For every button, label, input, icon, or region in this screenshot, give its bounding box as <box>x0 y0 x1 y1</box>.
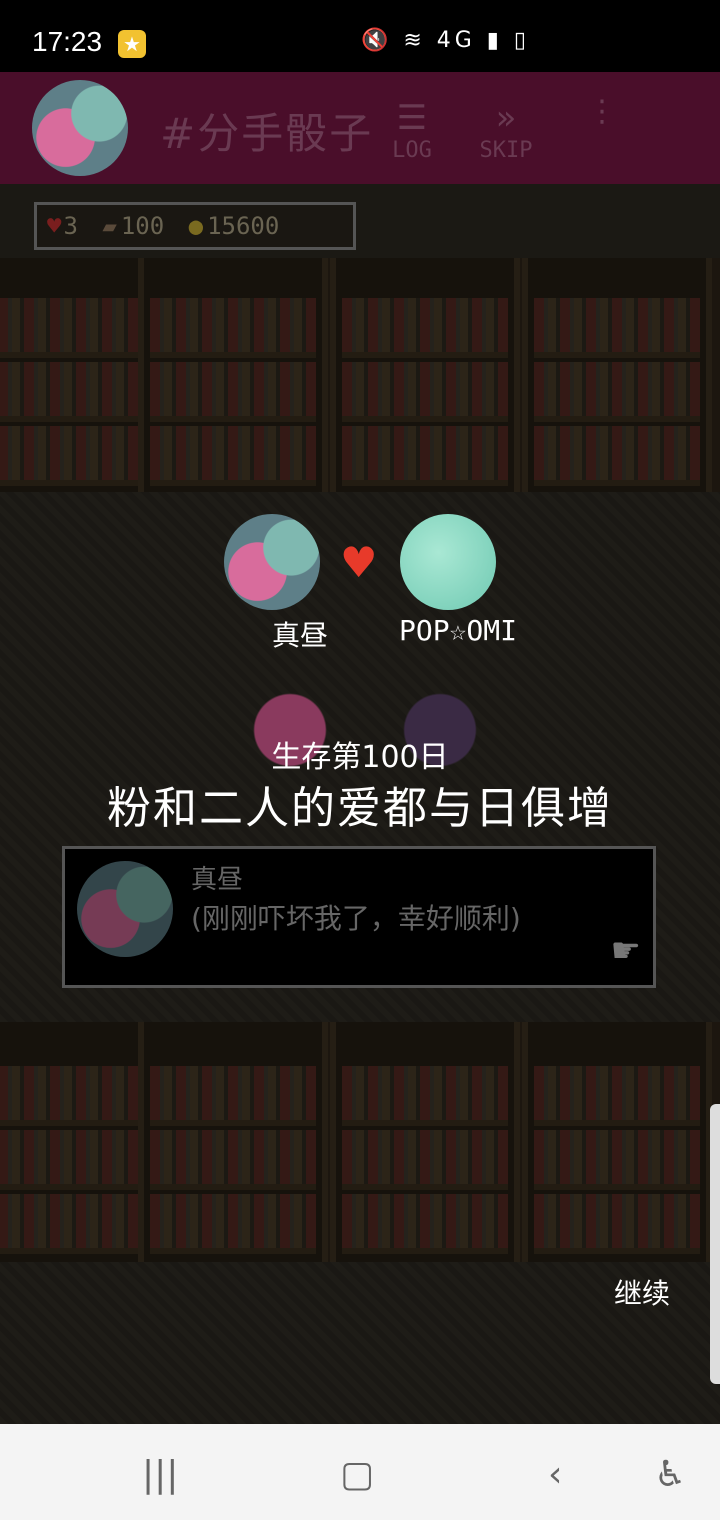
skip-button[interactable]: » SKIP <box>466 98 546 178</box>
left-character-avatar <box>224 514 320 610</box>
star-badge-icon: ★ <box>118 30 146 58</box>
player-avatar[interactable] <box>32 80 128 176</box>
home-icon[interactable]: ▢ <box>340 1454 374 1495</box>
back-icon[interactable]: ‹ <box>548 1454 562 1495</box>
system-status-icons: 🔇 ≋ 4G ▮ ▯ <box>360 28 530 53</box>
event-headline: 粉和二人的爱都与日俱增 <box>107 783 613 834</box>
edge-panel-handle[interactable] <box>710 1104 720 1384</box>
day-counter: 生存第100日 <box>271 740 449 775</box>
status-bar: 17:23 ★ 🔇 ≋ 4G ▮ ▯ <box>0 0 720 72</box>
fast-forward-icon: » <box>495 98 517 138</box>
recents-icon[interactable]: ||| <box>142 1454 178 1495</box>
right-character-avatar <box>400 514 496 610</box>
accessibility-icon[interactable]: ♿ <box>654 1454 686 1495</box>
right-character-name: POP☆OMI <box>398 614 517 647</box>
game-screen[interactable]: #分手骰子 ☰ LOG » SKIP ⋮ ♥3 ▰ 100 ● 15600 ♥ 真昼… <box>0 72 720 1424</box>
dialog-box[interactable]: 真昼 (刚刚吓坏我了，幸好顺利) ☛ <box>62 846 656 988</box>
speaker-avatar <box>77 861 173 957</box>
hearts-count: 3 <box>63 212 78 240</box>
coins-count: 15600 <box>207 212 280 240</box>
log-icon: ☰ <box>396 98 428 138</box>
hand-pointer-icon: ☛ <box>610 931 641 971</box>
log-button[interactable]: ☰ LOG <box>372 98 452 178</box>
left-character-name: 真昼 <box>271 619 328 652</box>
heart-icon: ♥ <box>340 538 378 587</box>
skip-label: SKIP <box>479 138 533 163</box>
navigation-bar: ||| ▢ ‹ ♿ <box>0 1424 720 1520</box>
resource-panel: ♥3 ▰ 100 ● 15600 <box>34 202 356 250</box>
ticket-icon: ▰ <box>102 212 117 240</box>
coin-icon: ● <box>188 212 204 240</box>
continue-button[interactable]: 继续 <box>614 1272 670 1312</box>
log-label: LOG <box>392 138 432 163</box>
clock: 17:23 <box>32 26 103 57</box>
top-bar: #分手骰子 ☰ LOG » SKIP ⋮ <box>0 72 720 184</box>
speaker-name: 真昼 <box>191 865 244 895</box>
game-title: #分手骰子 <box>160 109 374 158</box>
tickets-count: 100 <box>120 212 165 240</box>
heart-icon: ♥ <box>47 212 62 240</box>
more-vertical-icon: ⋮ <box>587 94 617 129</box>
menu-button[interactable]: ⋮ <box>562 94 642 178</box>
dialog-text: (刚刚吓坏我了，幸好顺利) <box>191 902 521 935</box>
